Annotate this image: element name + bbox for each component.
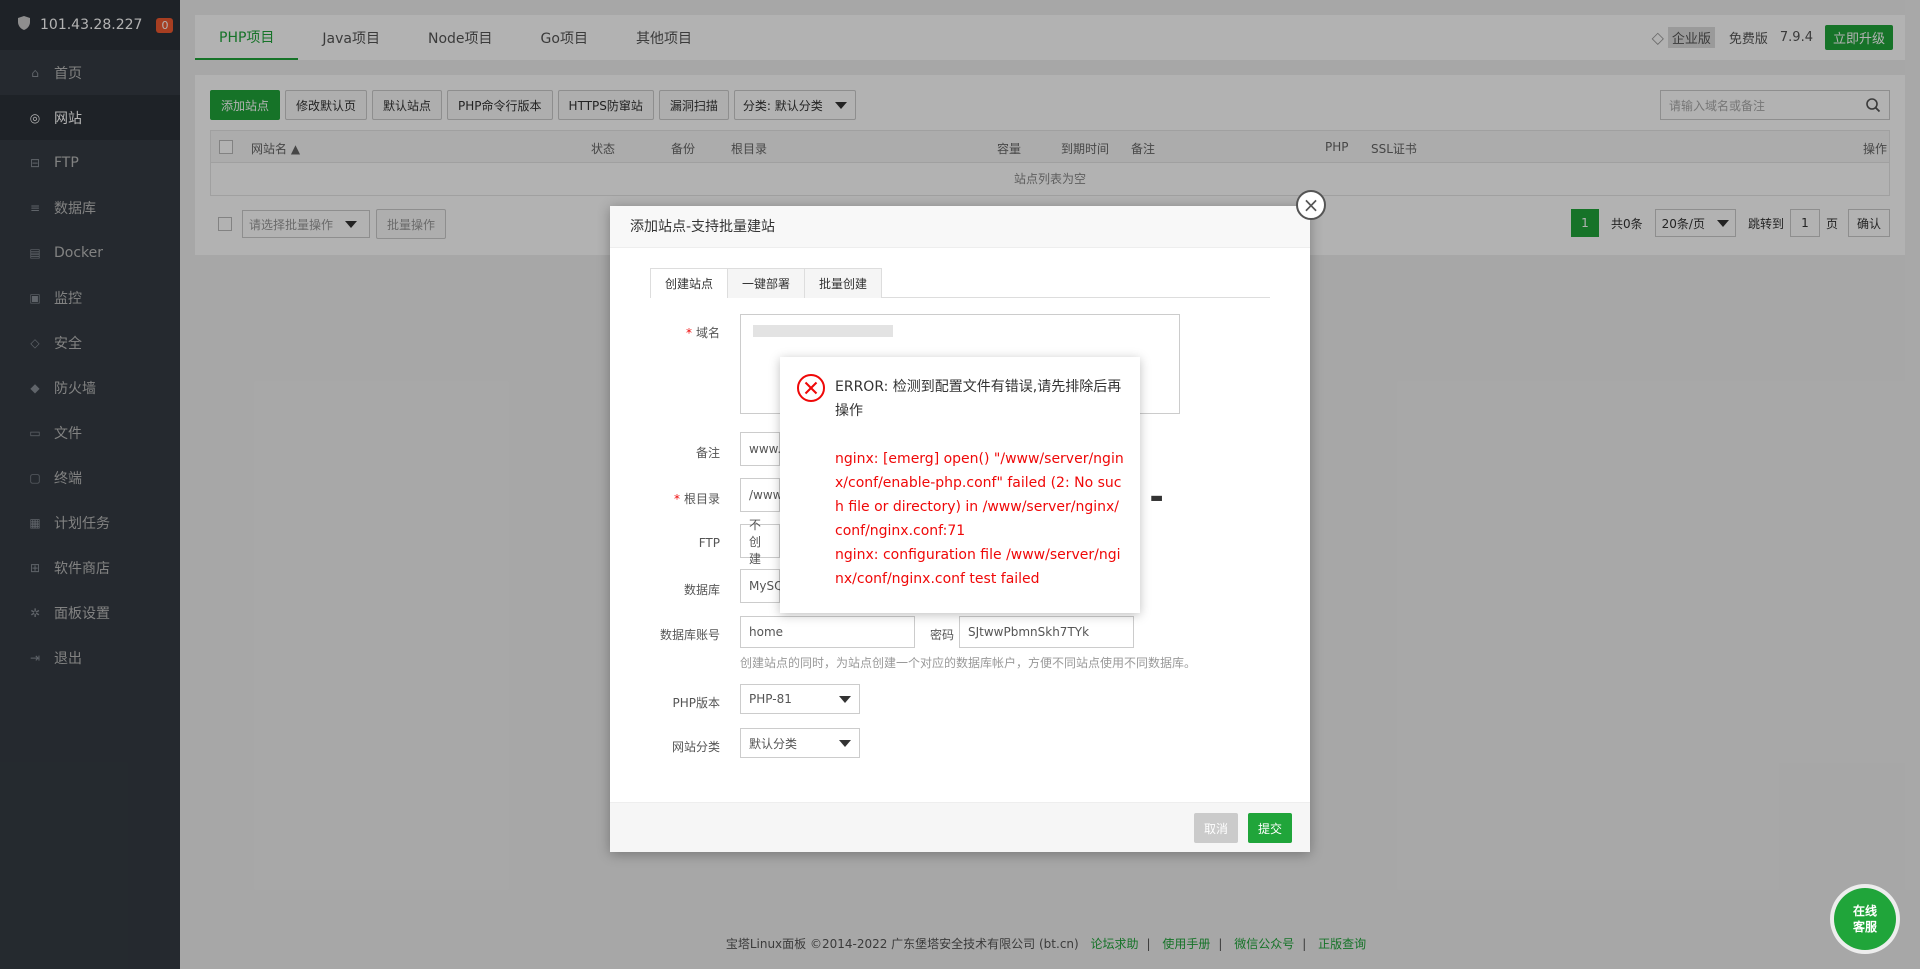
domain-label: * 域名 xyxy=(610,324,720,341)
php-version-label: PHP版本 xyxy=(672,696,721,710)
error-details: nginx: [emerg] open() "/www/server/nginx… xyxy=(835,447,1125,591)
db-account-input[interactable]: home xyxy=(740,616,915,648)
site-category-value: 默认分类 xyxy=(749,736,798,751)
ftp-label: FTP xyxy=(698,536,720,550)
error-popup: ERROR: 检测到配置文件有错误,请先排除后再操作 nginx: [emerg… xyxy=(780,357,1140,613)
error-title: ERROR: 检测到配置文件有错误,请先排除后再操作 xyxy=(835,379,1122,419)
cancel-button[interactable]: 取消 xyxy=(1193,813,1238,843)
error-line: nginx: configuration file /www/server/ng… xyxy=(835,547,1121,587)
password-input[interactable]: SJtwwPbmnSkh7TYk xyxy=(959,616,1134,648)
remark-label: 备注 xyxy=(695,446,720,460)
online-service-button[interactable]: 在线 客服 xyxy=(1834,888,1896,950)
database-select[interactable]: MySQ xyxy=(740,569,784,603)
remark-input[interactable]: www. xyxy=(740,432,781,466)
folder-open-icon[interactable]: ▬ xyxy=(1150,490,1163,506)
blurred-domain xyxy=(753,325,893,337)
root-input[interactable]: /www xyxy=(740,478,783,512)
database-label: 数据库 xyxy=(683,583,720,597)
tab-batch-create[interactable]: 批量创建 xyxy=(804,268,883,298)
dialog-footer: 取消 提交 xyxy=(610,802,1310,852)
category-label: 网站分类 xyxy=(671,740,720,754)
root-label: * 根目录 xyxy=(610,490,720,507)
php-version-value: PHP-81 xyxy=(749,692,792,706)
chevron-down-icon xyxy=(839,739,851,747)
required-mark: * xyxy=(673,492,680,506)
site-category-select[interactable]: 默认分类 xyxy=(740,728,860,758)
database-hint: 创建站点的同时，为站点创建一个对应的数据库帐户，方便不同站点使用不同数据库。 xyxy=(740,656,1197,670)
required-mark: * xyxy=(685,326,692,340)
root-label-text: 根目录 xyxy=(683,492,720,506)
tab-create-site[interactable]: 创建站点 xyxy=(650,268,729,298)
php-version-select[interactable]: PHP-81 xyxy=(740,684,860,714)
close-icon[interactable]: × xyxy=(1296,190,1326,220)
service-line: 客服 xyxy=(1852,920,1877,934)
service-label: 在线 客服 xyxy=(1853,903,1877,935)
service-line: 在线 xyxy=(1852,904,1877,918)
ftp-select[interactable]: 不创建 xyxy=(740,518,780,566)
db-account-label: 数据库账号 xyxy=(659,628,720,642)
tab-one-click-deploy[interactable]: 一键部署 xyxy=(727,268,806,298)
chevron-down-icon xyxy=(839,695,851,703)
domain-label-text: 域名 xyxy=(695,326,720,340)
error-line: nginx: [emerg] open() "/www/server/nginx… xyxy=(835,451,1124,539)
submit-button[interactable]: 提交 xyxy=(1247,813,1292,843)
password-label: 密码 xyxy=(930,628,955,642)
error-icon xyxy=(797,374,825,402)
dialog-tabs: 创建站点 一键部署 批量创建 xyxy=(650,268,1270,298)
dialog-title: 添加站点-支持批量建站 xyxy=(610,206,1310,248)
